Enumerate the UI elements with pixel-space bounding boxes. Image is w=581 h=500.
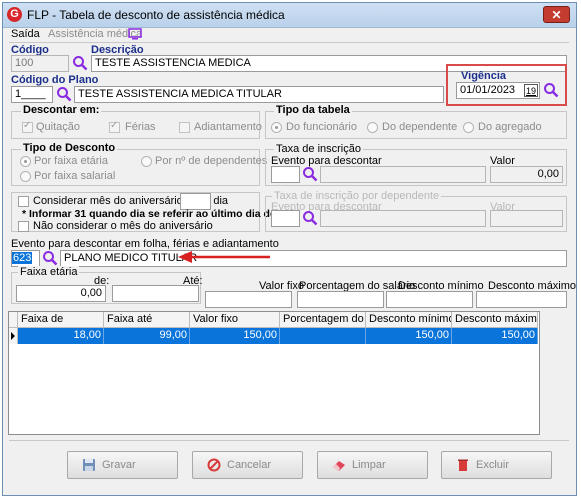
window-title: FLP - Tabela de desconto de assistência … <box>27 8 285 22</box>
evento-folha-label: Evento para descontar em folha, férias e… <box>11 238 279 250</box>
faixa-de-input[interactable]: 0,00 <box>16 285 106 302</box>
menu-bar: Saída Assistência médica <box>3 27 576 43</box>
grid-header-valor-fixo[interactable]: Valor fixo <box>190 312 280 328</box>
adiantamento-checkbox[interactable] <box>179 122 190 133</box>
do-agregado-label: Do agregado <box>478 121 542 133</box>
faixa-ate-input[interactable] <box>112 285 199 302</box>
grid-cell-porcentagem[interactable] <box>280 328 366 344</box>
search-codigo-icon[interactable] <box>72 55 88 71</box>
plano-nome-input[interactable]: TESTE ASSISTENCIA MEDICA TITULAR <box>74 86 444 103</box>
aniversario-info-text: * Informar 31 quando dia se referir ao ú… <box>22 208 301 220</box>
tipo-tabela-title: Tipo da tabela <box>274 104 352 116</box>
red-arrow-annotation <box>178 251 270 263</box>
grid-cell-faixa-de[interactable]: 18,00 <box>18 328 104 344</box>
evento-folha-code-value: 623 <box>12 252 33 264</box>
faixa-etaria-title: Faixa etária <box>18 266 80 278</box>
vigencia-value: 01/01/2023 <box>460 84 516 96</box>
grid-header-desconto-max[interactable]: Desconto máximo <box>452 312 538 328</box>
gravar-label: Gravar <box>102 459 136 471</box>
row-indicator-icon <box>9 328 18 344</box>
grid-cell-valor-fixo[interactable]: 150,00 <box>190 328 280 344</box>
gravar-button[interactable]: Gravar <box>67 451 178 479</box>
eraser-icon <box>332 458 346 472</box>
cancelar-label: Cancelar <box>227 459 272 471</box>
search-evento-folha-icon[interactable] <box>42 250 58 266</box>
cancel-icon <box>207 458 221 472</box>
excluir-button[interactable]: Excluir <box>441 451 552 479</box>
do-dependente-radio[interactable] <box>367 122 378 133</box>
do-dependente-label: Do dependente <box>382 121 458 133</box>
ferias-label: Férias <box>125 121 156 133</box>
tipo-desconto-title: Tipo de Desconto <box>21 142 118 154</box>
app-logo-icon: G <box>7 7 22 22</box>
monitor-icon[interactable] <box>128 28 142 43</box>
taxa-dependente-valor-input[interactable] <box>490 210 563 227</box>
num-dependentes-radio[interactable] <box>141 156 152 167</box>
nao-considerar-checkbox[interactable] <box>18 221 29 232</box>
vigencia-date-input[interactable]: 01/01/2023 19 <box>456 82 540 99</box>
search-taxa-dependente-icon[interactable] <box>302 210 318 226</box>
do-funcionario-radio[interactable] <box>271 122 282 133</box>
grid-header-desconto-min[interactable]: Desconto mínimo <box>366 312 452 328</box>
taxa-inscricao-title: Taxa de inscrição <box>274 143 363 155</box>
save-icon <box>82 458 96 472</box>
close-button[interactable]: ✕ <box>543 6 570 23</box>
faixa-etaria-radio[interactable] <box>20 156 31 167</box>
desconto-max-input[interactable] <box>476 291 567 308</box>
grid-header-faixa-ate[interactable]: Faixa até <box>104 312 190 328</box>
taxa-evento-code-input[interactable] <box>271 166 300 183</box>
nao-considerar-label: Não considerar o mês do aniversário <box>33 220 213 232</box>
evento-folha-name-input[interactable]: PLANO MEDICO TITULAR <box>60 250 567 267</box>
quitacao-label: Quitação <box>36 121 81 133</box>
grid-cell-desconto-min[interactable]: 150,00 <box>366 328 452 344</box>
grid-cell-desconto-max[interactable]: 150,00 <box>452 328 538 344</box>
taxa-dependente-name-input[interactable] <box>320 210 486 227</box>
codigo-plano-label: Código do Plano <box>11 74 99 86</box>
num-dependentes-label: Por nº de dependentes <box>155 155 268 167</box>
taxa-dependente-code-input[interactable] <box>271 210 300 227</box>
faixa-etaria-radio-label: Por faixa etária <box>34 155 108 167</box>
codigo-plano-input[interactable]: 1____ <box>11 86 53 103</box>
faixas-grid[interactable]: Faixa de Faixa até Valor fixo Porcentage… <box>8 311 540 435</box>
considerar-aniversario-checkbox[interactable] <box>18 196 29 207</box>
menu-saida[interactable]: Saída <box>11 28 40 40</box>
grid-corner <box>9 312 18 328</box>
excluir-label: Excluir <box>476 459 510 471</box>
search-plano-icon[interactable] <box>56 86 72 102</box>
search-vigencia-icon[interactable] <box>543 82 559 98</box>
search-taxa-icon[interactable] <box>302 166 318 182</box>
quitacao-checkbox[interactable] <box>22 120 33 133</box>
faixa-salarial-radio[interactable] <box>20 171 31 182</box>
footer-separator <box>9 440 569 441</box>
do-agregado-radio[interactable] <box>463 122 474 133</box>
taxa-evento-name-input[interactable] <box>320 166 486 183</box>
menu-separator <box>9 42 569 43</box>
adiantamento-label: Adiantamento <box>194 121 262 133</box>
taxa-valor-input[interactable]: 0,00 <box>490 166 563 183</box>
codigo-input[interactable]: 100 <box>11 55 69 72</box>
porcentagem-input[interactable] <box>297 291 384 308</box>
cancelar-button[interactable]: Cancelar <box>192 451 303 479</box>
faixa-salarial-label: Por faixa salarial <box>34 170 116 182</box>
valor-fixo-input[interactable] <box>205 291 292 308</box>
limpar-label: Limpar <box>352 459 386 471</box>
grid-header-faixa-de[interactable]: Faixa de <box>18 312 104 328</box>
vigencia-label: Vigência <box>461 70 507 82</box>
title-bar: G FLP - Tabela de desconto de assistênci… <box>3 3 576 28</box>
descontar-em-title: Descontar em: <box>21 104 102 116</box>
grid-cell-faixa-ate[interactable]: 99,00 <box>104 328 190 344</box>
do-funcionario-label: Do funcionário <box>286 121 357 133</box>
limpar-button[interactable]: Limpar <box>317 451 428 479</box>
trash-icon <box>456 458 470 472</box>
desconto-min-input[interactable] <box>386 291 473 308</box>
grid-header-porcentagem[interactable]: Porcentagem do salário <box>280 312 366 328</box>
evento-folha-code-input[interactable]: 623 <box>11 250 40 267</box>
ferias-checkbox[interactable] <box>109 120 120 133</box>
calendar-icon[interactable]: 19 <box>524 84 538 97</box>
